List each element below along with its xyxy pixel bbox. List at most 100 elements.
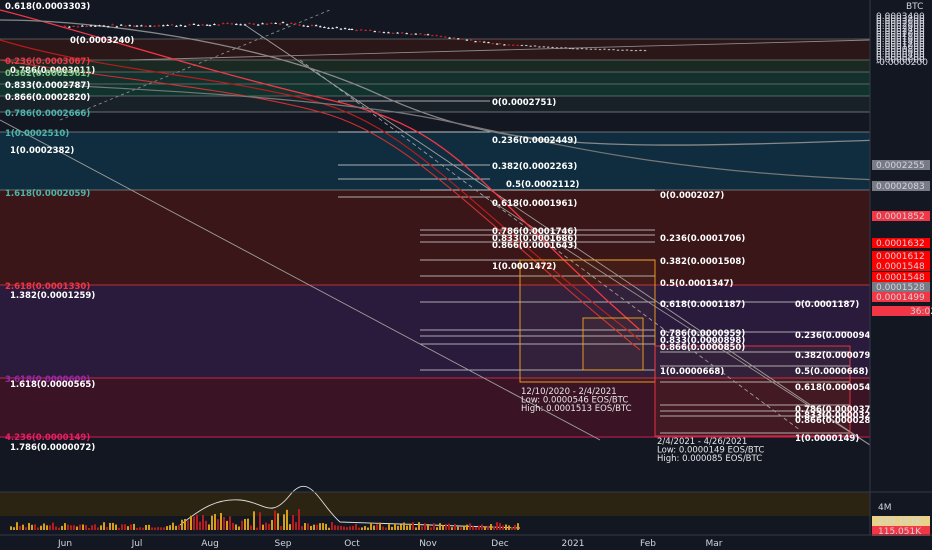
volume-bar [397, 525, 399, 530]
volume-bar [508, 525, 510, 530]
candle-body [616, 49, 620, 51]
candle-body [594, 48, 597, 50]
volume-bar [184, 518, 186, 530]
candle-body [470, 39, 473, 41]
volume-bar [256, 527, 258, 530]
volume-bar [112, 522, 114, 530]
date-range-box [582, 317, 644, 371]
volume-bar [82, 524, 84, 530]
candle-body [621, 49, 624, 51]
volume-bar [325, 523, 327, 530]
fib-zone [0, 84, 870, 96]
candle-body [201, 24, 204, 26]
candle-body [630, 50, 633, 52]
time-tick-label: Dec [491, 539, 508, 549]
volume-bar [61, 525, 63, 530]
volume-bar [79, 524, 81, 530]
volume-bar [388, 524, 390, 530]
volume-bar [499, 523, 501, 530]
volume-bar [193, 516, 195, 530]
volume-bar [472, 526, 474, 530]
price-tick-label: -0.0000200 [876, 58, 928, 68]
candle-body [314, 25, 318, 27]
volume-bar [118, 527, 120, 530]
volume-bar [250, 525, 252, 530]
candle-body [235, 23, 238, 25]
volume-bar [214, 513, 216, 530]
volume-bar [463, 525, 465, 530]
candle-body [348, 28, 351, 30]
volume-bar [205, 520, 207, 530]
candle-body [128, 25, 131, 27]
candle-body [461, 38, 464, 40]
volume-bar [478, 525, 480, 530]
candle-body [68, 26, 71, 28]
volume-tick-label: 4M [878, 503, 892, 513]
volume-bar [190, 515, 192, 530]
volume-bar [319, 523, 321, 530]
volume-bar [421, 526, 423, 530]
candle-body [306, 26, 310, 28]
volume-bar [40, 525, 42, 530]
candle-body [478, 41, 482, 43]
candle-body [373, 31, 376, 33]
volume-bar [457, 526, 459, 530]
volume-bar [493, 526, 495, 530]
candle-body [327, 27, 330, 29]
candle-body [576, 48, 579, 50]
candle-body [405, 33, 408, 35]
candle-body [205, 24, 209, 26]
time-tick-label: Aug [201, 539, 219, 549]
candle-body [598, 49, 602, 51]
volume-bar [142, 527, 144, 530]
volume-bar [223, 516, 225, 530]
fib-level-label: 0.833(0.0002787) [5, 81, 90, 91]
fib-level-label: 0.866(0.0002820) [5, 93, 90, 103]
volume-bar [103, 522, 105, 530]
candle-body [355, 30, 358, 32]
volume-bar [217, 519, 219, 530]
fib-level-label: 0.382(0.0000790) [795, 351, 880, 361]
volume-bar [229, 516, 231, 530]
fib-level-label: 1(0.0000668) [660, 367, 724, 377]
candle-body [230, 23, 234, 25]
time-tick-label: Jul [131, 539, 143, 549]
candle-body [585, 48, 588, 50]
candle-body [431, 35, 434, 37]
fib-level-label: 1(0.0002510) [5, 129, 69, 139]
candle-body [140, 25, 143, 27]
volume-bar [460, 527, 462, 530]
candle-body [580, 48, 584, 50]
volume-bar [199, 521, 201, 530]
candle-body [188, 24, 191, 26]
volume-bar [208, 524, 210, 530]
volume-bar [511, 526, 513, 530]
candle-body [625, 49, 629, 51]
volume-bar [220, 512, 222, 530]
fib-level-label: 0.236(0.0000942) [795, 331, 880, 341]
candle-body [170, 24, 174, 26]
candle-body [221, 23, 225, 25]
candle-body [634, 50, 638, 52]
volume-bar [343, 526, 345, 530]
fib-level-label: 1.618(0.0000565) [10, 380, 95, 390]
price-badge-label: 0.0001632 [876, 239, 925, 249]
volume-bar [13, 527, 15, 530]
candle-body [487, 42, 490, 44]
volume-bar [34, 524, 36, 530]
candle-body [278, 23, 282, 25]
candle-body [335, 27, 339, 29]
price-badge-label: 0.0002083 [876, 182, 925, 192]
candle-body [400, 32, 404, 34]
volume-bar [148, 524, 150, 530]
volume-bar [19, 525, 21, 530]
price-chart[interactable]: 0.618(0.0003303)0(0.0003240)0.236(0.0003… [0, 0, 932, 550]
volume-bar [394, 523, 396, 530]
candle-body [564, 47, 567, 49]
volume-bar [226, 520, 228, 530]
volume-bar [172, 522, 174, 530]
candle-body [382, 32, 386, 34]
candle-body [343, 28, 347, 30]
time-tick-label: Mar [706, 539, 723, 549]
volume-bar [304, 523, 306, 530]
